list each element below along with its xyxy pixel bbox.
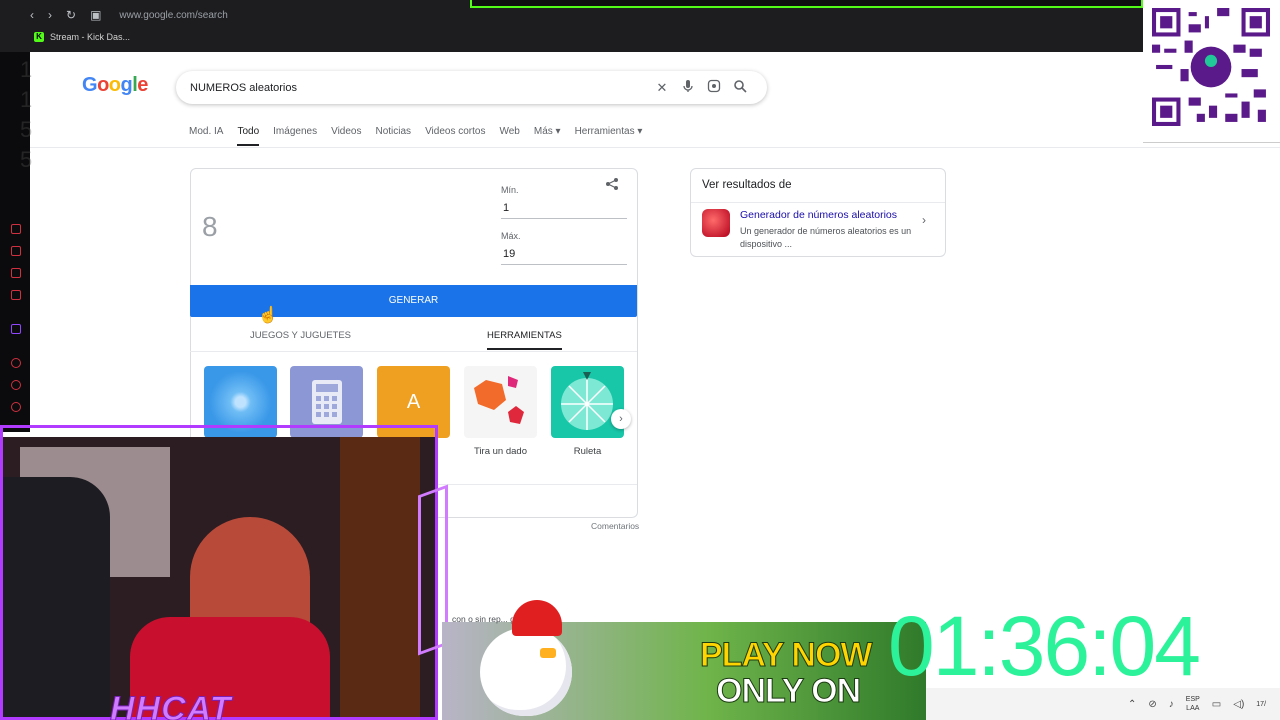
logo-letter: e xyxy=(137,74,148,96)
url-text[interactable]: www.google.com/search xyxy=(119,10,227,21)
dice-icon xyxy=(474,376,524,424)
sidebar-icon[interactable] xyxy=(11,290,21,300)
tab-herramientas[interactable]: Herramientas ▾ xyxy=(575,126,643,146)
ad-only-on: ONLY ON xyxy=(715,672,861,711)
rng-subtabs: JUEGOS Y JUGUETES HERRAMIENTAS xyxy=(190,324,637,352)
chicken-beak-icon xyxy=(540,648,556,658)
kick-icon: K xyxy=(34,32,44,42)
lock-icon: ▣ xyxy=(90,8,102,22)
forward-icon[interactable]: › xyxy=(48,8,52,22)
microphone-tray-icon[interactable]: ♪ xyxy=(1169,699,1174,710)
max-label: Máx. xyxy=(501,231,521,241)
tool-tile-calculator[interactable] xyxy=(290,366,363,438)
share-icon[interactable] xyxy=(605,177,619,194)
system-tray: ⌃ ⊘ ♪ ESP LAA ▭ ◁) 17/ xyxy=(1128,695,1266,713)
max-field[interactable]: 19 xyxy=(501,245,627,265)
tab-mas[interactable]: Más ▾ xyxy=(534,126,561,146)
rng-result-desc: Un generador de números aleatorios es un… xyxy=(740,226,912,249)
chevron-right-icon[interactable]: › xyxy=(922,213,926,227)
back-icon[interactable]: ‹ xyxy=(30,8,34,22)
ad-play-now: PLAY NOW xyxy=(699,636,872,675)
sidebar-icon[interactable] xyxy=(11,246,21,256)
search-input[interactable]: NUMEROS aleatorios xyxy=(190,82,649,94)
clear-icon[interactable]: ✕ xyxy=(649,80,675,96)
stream-border-bar xyxy=(470,0,1143,8)
chicken-mascot-icon xyxy=(480,628,572,716)
sidebar-icon[interactable] xyxy=(11,268,21,278)
tile-label: Ruleta xyxy=(573,446,602,457)
rng-result-link[interactable]: Generador de números aleatorios xyxy=(740,209,897,221)
see-results-panel: Ver resultados de Generador de números a… xyxy=(690,168,946,257)
network-icon[interactable]: ⊘ xyxy=(1148,699,1156,710)
webcam-door xyxy=(340,437,420,720)
microphone-icon[interactable] xyxy=(675,79,701,96)
panel-title: Ver resultados de xyxy=(702,179,792,191)
tool-tile-metronome[interactable]: A xyxy=(377,366,450,438)
sidebar-icon[interactable] xyxy=(11,402,21,412)
logo-letter: o xyxy=(108,74,121,96)
faded-digit: 5 xyxy=(20,117,33,142)
logo-letter: g xyxy=(120,74,133,96)
tab-imagenes[interactable]: Imágenes xyxy=(273,126,317,146)
tab-juegos[interactable]: JUEGOS Y JUGUETES xyxy=(250,330,351,341)
address-bar[interactable]: ‹ › ↻ ▣ www.google.com/search xyxy=(30,6,228,24)
lens-icon[interactable] xyxy=(701,79,727,96)
logo-letter: o xyxy=(97,74,109,96)
tool-tile-spinner[interactable] xyxy=(204,366,277,438)
search-tabs: Mod. IA Todo Imágenes Videos Noticias Vi… xyxy=(189,126,642,146)
webcam-person-left xyxy=(0,477,110,717)
tab-todo[interactable]: Todo xyxy=(237,126,260,146)
carousel-next-icon[interactable]: › xyxy=(611,409,631,429)
tab-herramientas-sub[interactable]: HERRAMIENTAS xyxy=(487,330,562,350)
qr-code-panel xyxy=(1143,0,1280,143)
random-result: 8 xyxy=(202,211,218,242)
dice-thumbnail xyxy=(702,209,730,237)
faded-overlay-digits: 1 1 5 5 xyxy=(20,55,32,175)
tab-videos[interactable]: Videos xyxy=(331,126,361,146)
search-icon[interactable] xyxy=(727,79,753,96)
clock-date[interactable]: 17/ xyxy=(1256,701,1266,708)
google-logo[interactable]: Google xyxy=(82,74,148,97)
tile-label: Tira un dado xyxy=(474,446,527,457)
roulette-icon xyxy=(561,372,613,430)
tool-tile-roulette[interactable] xyxy=(551,366,624,438)
display-icon[interactable]: ▭ xyxy=(1212,699,1221,710)
speaker-icon[interactable]: ◁) xyxy=(1233,699,1244,710)
santa-hat-icon xyxy=(512,600,562,636)
tab-mod-ia[interactable]: Mod. IA xyxy=(189,126,223,146)
stream-timer: 01:36:04 xyxy=(888,599,1201,693)
faded-digit: 5 xyxy=(20,147,33,172)
language-indicator[interactable]: ESP LAA xyxy=(1186,695,1200,713)
neon-overlay-text: HHCAT xyxy=(109,690,232,720)
calculator-icon xyxy=(312,380,342,424)
sidebar-icon[interactable] xyxy=(11,380,21,390)
search-box[interactable]: NUMEROS aleatorios ✕ xyxy=(176,71,767,104)
bookmark-label: Stream - Kick Das... xyxy=(50,32,131,42)
tab-noticias[interactable]: Noticias xyxy=(375,126,411,146)
mouse-cursor-icon: ☝ xyxy=(258,307,278,324)
min-field[interactable]: 1 xyxy=(501,199,627,219)
logo-letter: G xyxy=(82,74,98,96)
qr-code-icon xyxy=(1152,8,1270,126)
bookmark-item[interactable]: K Stream - Kick Das... xyxy=(34,32,130,42)
tabs-divider xyxy=(30,147,1280,148)
tab-web[interactable]: Web xyxy=(499,126,519,146)
twitch-icon[interactable] xyxy=(11,324,21,334)
chevron-up-icon[interactable]: ⌃ xyxy=(1128,699,1136,710)
webcam-overlay xyxy=(0,437,436,720)
comments-link[interactable]: Comentarios xyxy=(591,521,639,531)
sidebar-icon[interactable] xyxy=(11,358,21,368)
sidebar-icon[interactable] xyxy=(11,224,21,234)
panel-divider xyxy=(691,202,945,203)
faded-digit: 1 xyxy=(20,87,33,112)
faded-digit: 1 xyxy=(20,57,33,82)
tool-tile-dice[interactable] xyxy=(464,366,537,438)
min-label: Mín. xyxy=(501,185,519,195)
tab-videos-cortos[interactable]: Videos cortos xyxy=(425,126,485,146)
reload-icon[interactable]: ↻ xyxy=(66,8,76,22)
